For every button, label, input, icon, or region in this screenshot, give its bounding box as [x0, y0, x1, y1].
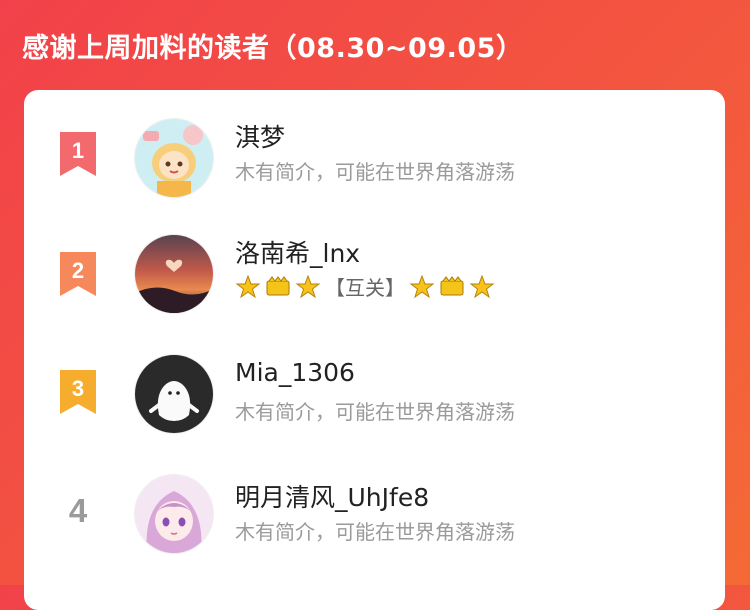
- avatar[interactable]: [134, 118, 214, 198]
- page-title: 感谢上周加料的读者（08.30~09.05）: [22, 33, 524, 64]
- reader-name[interactable]: 淇梦: [235, 118, 285, 154]
- reader-list-card: 1 淇梦 木有简介，可能在世界角落游荡 2 洛南希_lnx 【互关】 3 Mia…: [24, 90, 725, 610]
- star-icon: [409, 274, 435, 298]
- list-item[interactable]: 3 Mia_1306 木有简介，可能在世界角落游荡: [24, 348, 725, 448]
- list-item[interactable]: 4 明月清风_UhJfe8 木有简介，可能在世界角落游荡: [24, 468, 725, 568]
- rank-number: 3: [71, 376, 85, 401]
- avatar[interactable]: [134, 474, 214, 554]
- star-icon: [295, 274, 321, 298]
- rank-number: 2: [71, 258, 85, 283]
- rank-ribbon-icon: 1: [56, 132, 100, 178]
- list-item[interactable]: 1 淇梦 木有简介，可能在世界角落游荡: [24, 108, 725, 208]
- rank-number: 1: [71, 138, 85, 163]
- reader-name[interactable]: 明月清风_UhJfe8: [235, 478, 429, 514]
- star-icon: [235, 274, 261, 298]
- avatar[interactable]: [134, 354, 214, 434]
- rank-number: 4: [68, 492, 88, 529]
- reader-description: 木有简介，可能在世界角落游荡: [235, 400, 515, 424]
- list-item[interactable]: 2 洛南希_lnx 【互关】: [24, 228, 725, 328]
- rank-ribbon-icon: 3: [56, 370, 100, 416]
- crown-icon: [440, 275, 464, 295]
- reader-description: 【互关】: [235, 272, 495, 301]
- avatar[interactable]: [134, 234, 214, 314]
- crown-icon: [266, 275, 290, 295]
- reader-name[interactable]: 洛南希_lnx: [235, 234, 360, 270]
- rank-ribbon-icon: 2: [56, 252, 100, 298]
- reader-description: 木有简介，可能在世界角落游荡: [235, 160, 515, 184]
- star-icon: [469, 274, 495, 298]
- mutual-follow-tag: 【互关】: [325, 276, 405, 300]
- reader-name[interactable]: Mia_1306: [235, 358, 355, 387]
- reader-description: 木有简介，可能在世界角落游荡: [235, 520, 515, 544]
